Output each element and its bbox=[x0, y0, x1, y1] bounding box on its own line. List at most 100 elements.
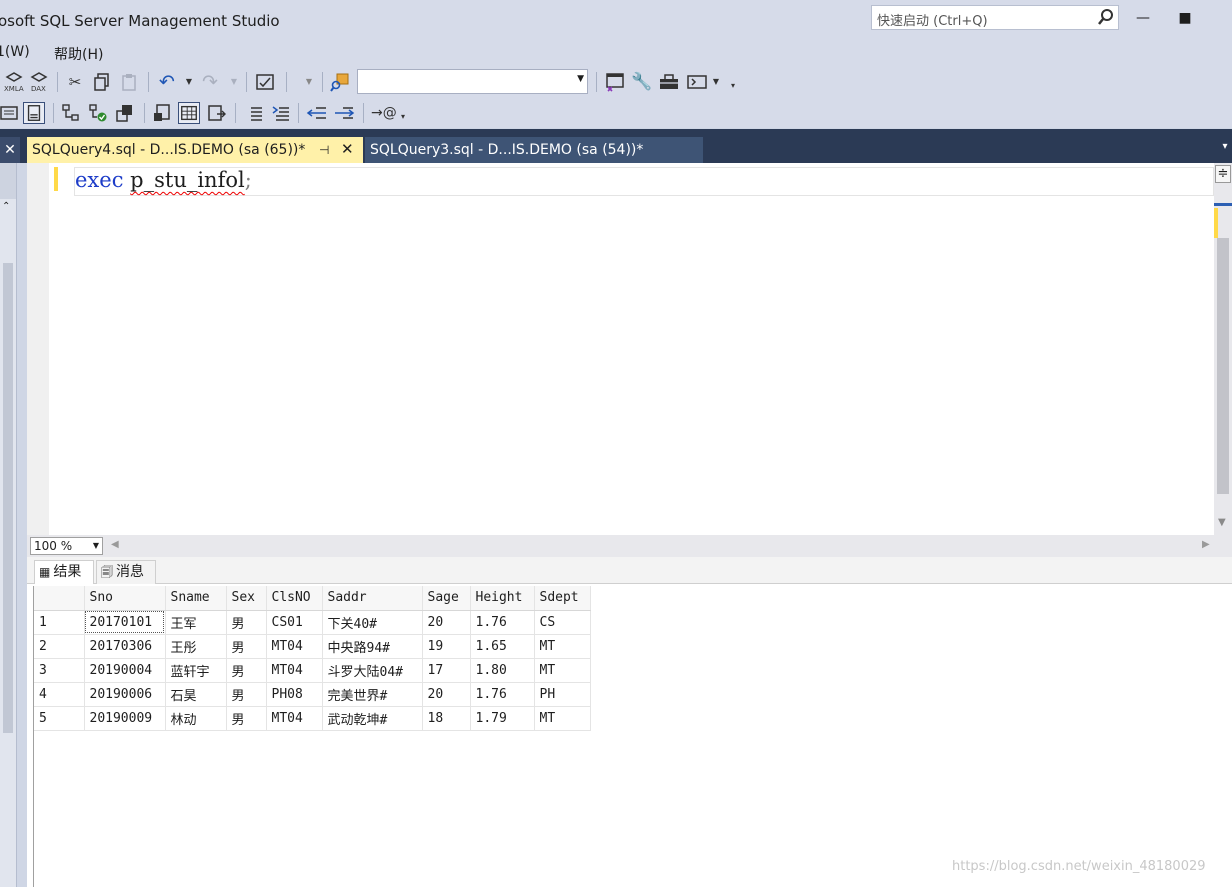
grid-results-toggle-icon[interactable] bbox=[178, 102, 200, 124]
menu-item-help[interactable]: 帮助(H) bbox=[54, 44, 103, 64]
table-cell[interactable]: 中央路94# bbox=[322, 634, 423, 659]
close-icon[interactable]: ✕ bbox=[0, 137, 20, 163]
results-grid[interactable]: Sno Sname Sex ClsNO Saddr Sage Height Sd… bbox=[33, 586, 1232, 887]
table-cell[interactable]: 男 bbox=[226, 658, 267, 683]
table-cell[interactable]: 20190004 bbox=[84, 658, 166, 683]
table-cell[interactable]: 1.76 bbox=[470, 610, 535, 635]
table-cell[interactable]: 王军 bbox=[165, 610, 227, 635]
table-row[interactable]: 1 20170101 王军 男 CS01 下关40# 20 1.76 CS bbox=[34, 610, 591, 635]
table-cell[interactable]: 1.80 bbox=[470, 658, 535, 683]
dax-icon[interactable]: DAX bbox=[28, 71, 50, 93]
redo-icon[interactable]: ↷ bbox=[199, 71, 221, 93]
outdent-icon[interactable] bbox=[306, 102, 328, 124]
table-cell[interactable]: 男 bbox=[226, 634, 267, 659]
table-cell[interactable]: 男 bbox=[226, 706, 267, 731]
row-number-header[interactable] bbox=[34, 586, 85, 611]
quick-launch-input[interactable]: 快速启动 (Ctrl+Q) bbox=[871, 5, 1119, 30]
table-cell[interactable]: MT04 bbox=[266, 658, 323, 683]
table-cell[interactable]: 20 bbox=[422, 682, 471, 707]
comment-icon[interactable] bbox=[151, 102, 173, 124]
code-line[interactable]: exec p_stu_infol; bbox=[75, 168, 252, 192]
pin-icon[interactable]: ⊣ bbox=[319, 137, 329, 163]
search-icon[interactable] bbox=[1097, 8, 1115, 26]
table-cell[interactable]: 20190009 bbox=[84, 706, 166, 731]
table-cell[interactable]: 男 bbox=[226, 682, 267, 707]
column-header[interactable]: Height bbox=[470, 586, 535, 611]
query-editor[interactable]: exec p_stu_infol; ≑ ▼ bbox=[27, 163, 1232, 535]
results-file-icon[interactable] bbox=[114, 102, 136, 124]
column-header[interactable]: Saddr bbox=[322, 586, 423, 611]
row-number[interactable]: 1 bbox=[34, 610, 85, 635]
table-row[interactable]: 2 20170306 王彤 男 MT04 中央路94# 19 1.65 MT bbox=[34, 634, 591, 659]
results-text-icon[interactable] bbox=[0, 102, 20, 124]
table-cell[interactable]: 男 bbox=[226, 610, 267, 635]
plan-icon[interactable] bbox=[60, 102, 82, 124]
scrollbar-thumb[interactable] bbox=[1217, 238, 1229, 494]
toolbar-dropdown[interactable]: ▼ bbox=[304, 71, 314, 93]
table-cell[interactable]: MT bbox=[534, 634, 591, 659]
chevron-down-icon[interactable]: ▾ bbox=[1218, 141, 1232, 159]
editor-vertical-scrollbar[interactable]: ≑ ▼ bbox=[1214, 163, 1232, 535]
tab-messages[interactable]: 🗐 消息 bbox=[96, 560, 156, 584]
client-stats-icon[interactable] bbox=[87, 102, 109, 124]
table-cell[interactable]: CS01 bbox=[266, 610, 323, 635]
column-header[interactable]: Sage bbox=[422, 586, 471, 611]
table-row[interactable]: 5 20190009 林动 男 MT04 武动乾坤# 18 1.79 MT bbox=[34, 706, 591, 731]
close-icon[interactable]: ✕ bbox=[341, 136, 354, 162]
toolbar-overflow-icon[interactable]: ▾ bbox=[398, 106, 408, 128]
minimize-button[interactable]: — bbox=[1133, 8, 1153, 28]
uncomment-icon[interactable] bbox=[243, 102, 265, 124]
solution-icon[interactable] bbox=[604, 71, 626, 93]
table-cell[interactable]: 17 bbox=[422, 658, 471, 683]
redo-dropdown[interactable]: ▼ bbox=[229, 71, 239, 93]
table-cell[interactable]: PH bbox=[534, 682, 591, 707]
split-icon[interactable]: ≑ bbox=[1215, 165, 1231, 183]
toolbar-overflow-icon[interactable]: ▾ bbox=[728, 75, 738, 97]
column-header[interactable]: Sno bbox=[84, 586, 166, 611]
chevron-right-icon[interactable]: ▶ bbox=[1202, 539, 1210, 550]
table-cell[interactable]: 20170306 bbox=[84, 634, 166, 659]
row-number[interactable]: 3 bbox=[34, 658, 85, 683]
table-cell[interactable]: 20190006 bbox=[84, 682, 166, 707]
chevron-up-icon[interactable]: ⌃ bbox=[2, 201, 10, 212]
table-cell[interactable]: 王彤 bbox=[165, 634, 227, 659]
xmla-icon[interactable]: XMLA bbox=[3, 71, 25, 93]
solution-config-combo[interactable]: ▼ bbox=[357, 69, 588, 94]
wrench-icon[interactable]: 🔧 bbox=[631, 71, 653, 93]
table-cell[interactable]: 下关40# bbox=[322, 610, 423, 635]
undo-dropdown[interactable]: ▼ bbox=[184, 71, 194, 93]
table-cell[interactable]: 1.76 bbox=[470, 682, 535, 707]
table-cell[interactable]: 武动乾坤# bbox=[322, 706, 423, 731]
table-cell[interactable]: 19 bbox=[422, 634, 471, 659]
table-cell[interactable]: PH08 bbox=[266, 682, 323, 707]
table-row[interactable]: 3 20190004 蓝轩宇 男 MT04 斗罗大陆04# 17 1.80 MT bbox=[34, 658, 591, 683]
row-number[interactable]: 2 bbox=[34, 634, 85, 659]
table-cell[interactable]: MT bbox=[534, 706, 591, 731]
find-icon[interactable] bbox=[329, 71, 351, 93]
column-header[interactable]: Sname bbox=[165, 586, 227, 611]
undo-icon[interactable]: ↶ bbox=[156, 71, 178, 93]
toolbox-icon[interactable] bbox=[658, 71, 680, 93]
row-number[interactable]: 4 bbox=[34, 682, 85, 707]
table-cell[interactable]: 完美世界# bbox=[322, 682, 423, 707]
column-header[interactable]: Sex bbox=[226, 586, 267, 611]
column-header[interactable]: Sdept bbox=[534, 586, 591, 611]
table-cell[interactable]: 斗罗大陆04# bbox=[322, 658, 423, 683]
row-number[interactable]: 5 bbox=[34, 706, 85, 731]
indent-icon[interactable] bbox=[333, 102, 355, 124]
maximize-button[interactable]: ■ bbox=[1175, 8, 1195, 28]
chevron-down-icon[interactable]: ▼ bbox=[1218, 517, 1226, 528]
tab-sqlquery4[interactable]: SQLQuery4.sql - D...IS.DEMO (sa (65))* ⊣… bbox=[27, 137, 363, 163]
table-row[interactable]: 4 20190006 石昊 男 PH08 完美世界# 20 1.76 PH bbox=[34, 682, 591, 707]
table-cell[interactable]: 20 bbox=[422, 610, 471, 635]
paste-icon[interactable] bbox=[118, 71, 140, 93]
tab-results[interactable]: ▦ 结果 bbox=[34, 560, 94, 584]
zoom-select[interactable]: 100 % ▼ bbox=[30, 537, 103, 555]
copy-icon[interactable] bbox=[91, 71, 113, 93]
table-cell[interactable]: 20170101 bbox=[84, 610, 166, 635]
specify-values-icon[interactable]: →@ bbox=[371, 102, 397, 124]
table-cell[interactable]: MT04 bbox=[266, 634, 323, 659]
table-cell[interactable]: 石昊 bbox=[165, 682, 227, 707]
table-cell[interactable]: MT bbox=[534, 658, 591, 683]
table-cell[interactable]: CS bbox=[534, 610, 591, 635]
